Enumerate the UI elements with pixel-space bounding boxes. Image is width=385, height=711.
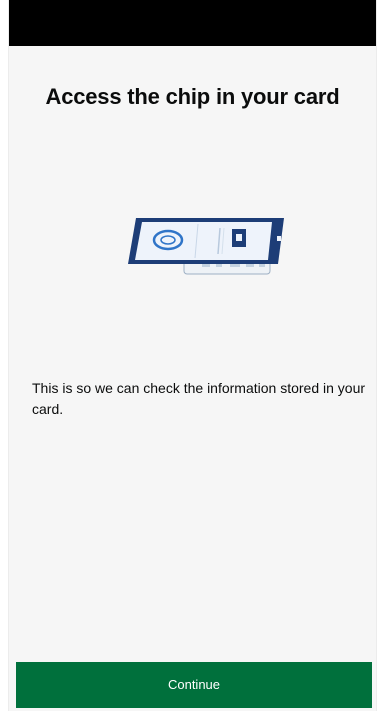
status-bar — [9, 0, 376, 46]
phone-card-illustration — [122, 210, 288, 282]
phone-reading-card-icon — [128, 218, 284, 275]
continue-button[interactable]: Continue — [16, 662, 372, 708]
phone-graphic — [128, 218, 284, 264]
page-title: Access the chip in your card — [45, 84, 340, 109]
description-text: This is so we can check the information … — [32, 380, 366, 417]
app-screen: Access the chip in your card This is so … — [8, 0, 377, 711]
